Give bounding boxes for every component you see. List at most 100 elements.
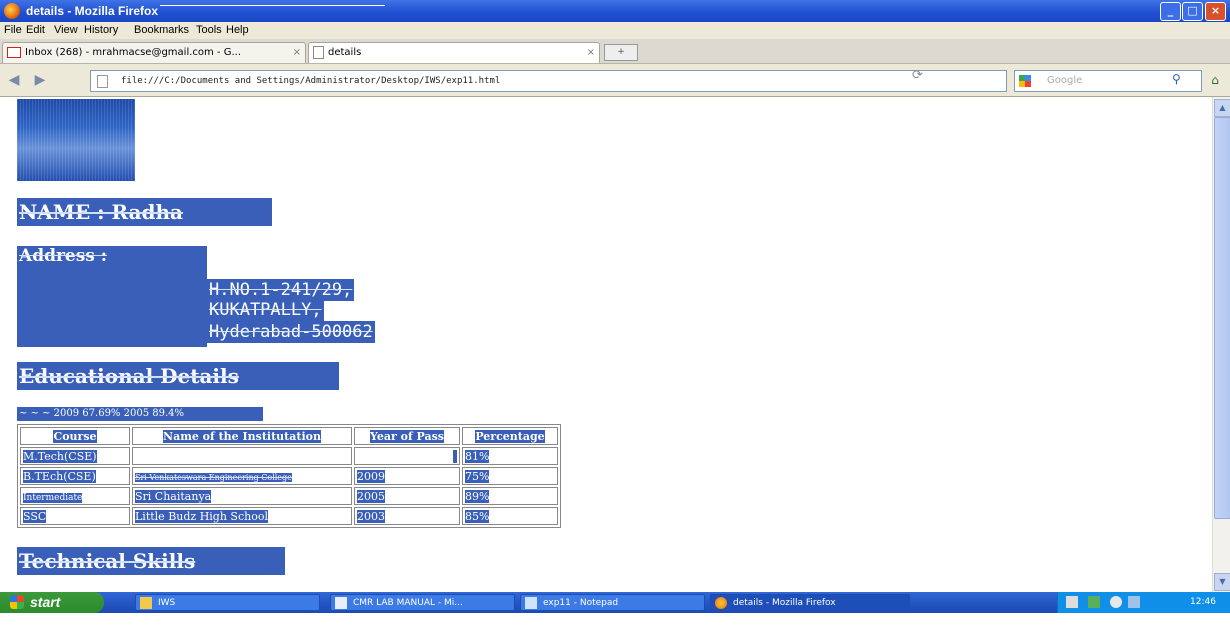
minimize-button[interactable]: _ bbox=[1160, 2, 1181, 21]
technical-skills-heading: Technical Skills bbox=[17, 547, 285, 575]
notepad-icon bbox=[525, 597, 537, 609]
network-icon[interactable] bbox=[1066, 596, 1078, 608]
start-button[interactable]: start bbox=[0, 592, 104, 613]
menu-help[interactable]: Help bbox=[226, 24, 249, 36]
search-placeholder: Google bbox=[1047, 75, 1083, 86]
tab-close-icon[interactable]: × bbox=[587, 43, 595, 62]
table-cell: 2003 bbox=[354, 507, 460, 525]
task-firefox[interactable]: details - Mozilla Firefox bbox=[710, 594, 910, 611]
forward-arrow-icon[interactable]: ▶ bbox=[30, 71, 50, 89]
table-cell: Sri Chaitanya bbox=[132, 487, 352, 505]
name-heading-text: NAME : Radha bbox=[19, 200, 184, 224]
tab-details[interactable]: details × bbox=[308, 42, 600, 63]
address-line-2: KUKATPALLY, bbox=[207, 299, 324, 321]
table-row: SSC Little Budz High School 2003 85% bbox=[20, 507, 558, 525]
cell-text: 2005 bbox=[357, 489, 385, 503]
cell-text: SSC bbox=[23, 509, 47, 523]
technical-skills-heading-text: Technical Skills bbox=[19, 549, 196, 573]
table-cell bbox=[132, 447, 352, 465]
word-icon bbox=[335, 597, 347, 609]
task-word-document[interactable]: CMR LAB MANUAL - Mi... bbox=[330, 594, 515, 611]
header-text: Name of the Institutation bbox=[163, 429, 321, 443]
table-row: B.TEch(CSE) Sri Venkateswara Engineering… bbox=[20, 467, 558, 485]
clock: 12:46 PM bbox=[1190, 597, 1216, 628]
table-cell: 75% bbox=[462, 467, 558, 485]
scroll-up-icon[interactable]: ▲ bbox=[1214, 99, 1230, 117]
menu-bookmarks[interactable]: Bookmarks bbox=[134, 24, 189, 36]
table-cell: Little Budz High School bbox=[132, 507, 352, 525]
address-heading: Address : bbox=[17, 246, 207, 266]
task-iws-folder[interactable]: IWS bbox=[135, 594, 320, 611]
education-table: Course Name of the Institutation Year of… bbox=[17, 424, 561, 528]
new-tab-button[interactable]: + bbox=[604, 44, 638, 61]
table-cell: 89% bbox=[462, 487, 558, 505]
cell-text: 81% bbox=[465, 449, 490, 463]
reload-icon[interactable]: ⟳ bbox=[912, 68, 923, 83]
address-block bbox=[17, 266, 207, 347]
tab-gmail[interactable]: Inbox (268) - mrahmacse@gmail.com - G...… bbox=[2, 42, 306, 63]
vertical-scrollbar[interactable]: ▲ ▼ bbox=[1212, 97, 1230, 592]
monitor-icon[interactable] bbox=[1128, 596, 1140, 608]
update-icon[interactable] bbox=[1110, 596, 1122, 608]
tab-close-icon[interactable]: × bbox=[293, 43, 301, 62]
navigation-bar: ◀ ▶ file:///C:/Documents and Settings/Ad… bbox=[0, 64, 1230, 97]
firefox-icon bbox=[4, 3, 20, 19]
safely-remove-icon[interactable] bbox=[1088, 596, 1100, 608]
address-bar[interactable]: file:///C:/Documents and Settings/Admini… bbox=[90, 70, 1007, 92]
table-cell: 2009 bbox=[354, 467, 460, 485]
header-text: Percentage bbox=[475, 429, 545, 443]
tab-label: details bbox=[328, 47, 362, 58]
table-cell bbox=[354, 447, 460, 465]
table-row: M.Tech(CSE) 81% bbox=[20, 447, 558, 465]
title-divider bbox=[160, 5, 385, 6]
table-header-row: Course Name of the Institutation Year of… bbox=[20, 427, 558, 445]
task-notepad[interactable]: exp11 - Notepad bbox=[520, 594, 705, 611]
folder-icon bbox=[140, 597, 152, 609]
address-heading-text: Address : bbox=[19, 246, 108, 266]
start-label: start bbox=[30, 594, 61, 610]
close-window-button[interactable]: × bbox=[1205, 2, 1226, 21]
task-label: CMR LAB MANUAL - Mi... bbox=[353, 598, 463, 608]
title-bar: details - Mozilla Firefox _ □ × bbox=[0, 0, 1230, 22]
table-cell: 2005 bbox=[354, 487, 460, 505]
table-cell: 85% bbox=[462, 507, 558, 525]
table-cell: Intermediate bbox=[20, 487, 130, 505]
marquee-text: ~ ~ ~ 2009 67.69% 2005 89.4% bbox=[17, 407, 263, 421]
table-cell: M.Tech(CSE) bbox=[20, 447, 130, 465]
cell-text: B.TEch(CSE) bbox=[23, 469, 96, 483]
address-line-text: Hyderabad-500062 bbox=[209, 322, 373, 342]
menu-file[interactable]: File bbox=[4, 24, 22, 36]
scroll-thumb[interactable] bbox=[1214, 117, 1230, 519]
home-icon[interactable]: ⌂ bbox=[1205, 71, 1225, 89]
cell-text: 89% bbox=[465, 489, 490, 503]
table-cell: SSC bbox=[20, 507, 130, 525]
cell-text: 2003 bbox=[357, 509, 385, 523]
address-line-text: H.NO.1-241/29, bbox=[209, 280, 353, 300]
menu-view[interactable]: View bbox=[54, 24, 78, 36]
table-cell: 81% bbox=[462, 447, 558, 465]
cell-text: Sri Chaitanya bbox=[135, 489, 212, 503]
education-heading: Educational Details bbox=[17, 362, 339, 390]
cell-text: M.Tech(CSE) bbox=[23, 449, 97, 463]
maximize-button[interactable]: □ bbox=[1182, 2, 1203, 21]
menu-history[interactable]: History bbox=[84, 24, 118, 36]
scroll-down-icon[interactable]: ▼ bbox=[1214, 573, 1230, 591]
menu-bar: File Edit View History Bookmarks Tools H… bbox=[0, 22, 1230, 39]
cell-text: 85% bbox=[465, 509, 490, 523]
address-line-3: Hyderabad-500062 bbox=[207, 321, 375, 343]
header-image bbox=[17, 99, 135, 181]
table-header-cell: Name of the Institutation bbox=[132, 427, 352, 445]
task-label: details - Mozilla Firefox bbox=[733, 598, 836, 608]
page-icon bbox=[313, 45, 324, 59]
search-icon[interactable]: ⚲ bbox=[1172, 72, 1181, 86]
cell-text: 75% bbox=[465, 469, 490, 483]
cell-text: 2009 bbox=[357, 469, 385, 483]
back-arrow-icon[interactable]: ◀ bbox=[4, 71, 24, 89]
header-text: Year of Pass bbox=[369, 429, 445, 443]
menu-tools[interactable]: Tools bbox=[196, 24, 222, 36]
menu-edit[interactable]: Edit bbox=[26, 24, 45, 36]
gmail-icon bbox=[7, 46, 21, 58]
table-header-cell: Year of Pass bbox=[354, 427, 460, 445]
cell-text: Intermediate bbox=[23, 492, 83, 503]
page-icon bbox=[97, 75, 108, 88]
